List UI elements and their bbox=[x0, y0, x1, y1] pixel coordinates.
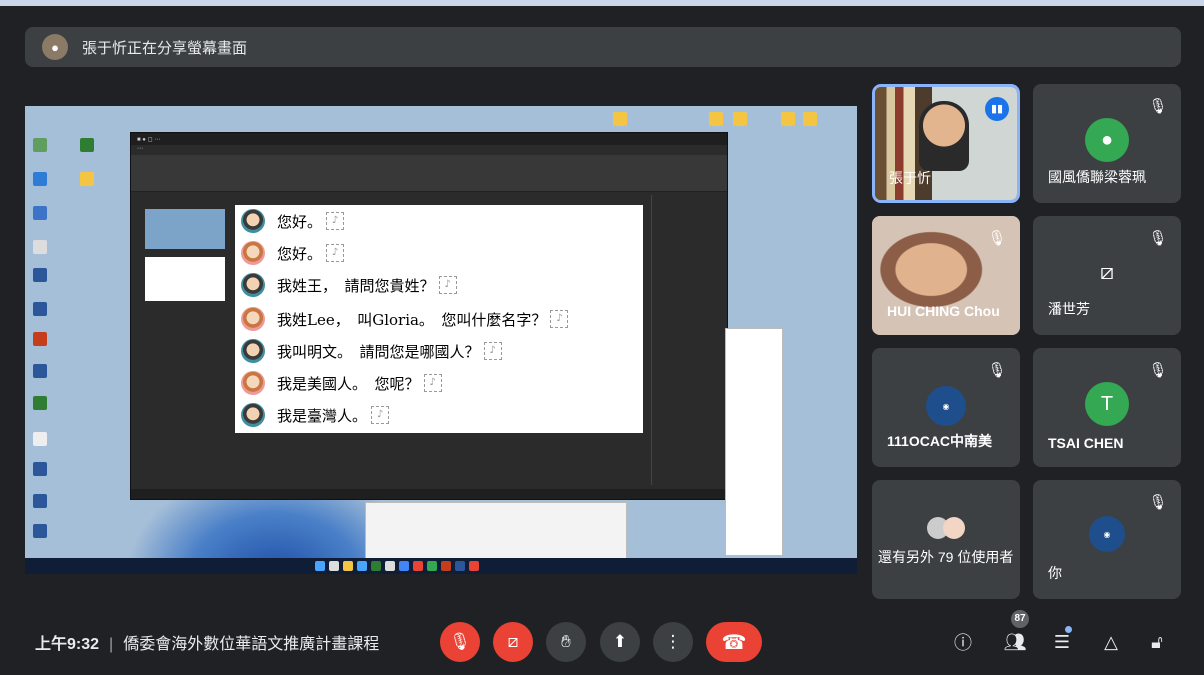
speaker-face-icon bbox=[241, 241, 265, 265]
shared-screen[interactable]: ■ ● ◻ ⋯ ⋯ 您好。 ♪ 您好。 ♪ 我姓王， 請問您貴姓？ ♪ 我姓Lee， … bbox=[25, 106, 857, 574]
audio-icon: ♪ bbox=[326, 212, 345, 230]
mic-toggle-button[interactable]: 🎙︎ bbox=[440, 622, 480, 662]
presenting-text: 張于忻正在分享螢幕畫面 bbox=[82, 39, 248, 57]
self-tile[interactable]: 🎙︎ ◉ 你 bbox=[1033, 480, 1181, 599]
desktop-icons bbox=[25, 106, 817, 556]
speaker-face-icon bbox=[241, 307, 265, 331]
meeting-details-button[interactable]: ⓘ bbox=[951, 630, 975, 654]
activities-icon: △ bbox=[1104, 631, 1118, 652]
activities-button[interactable]: △ bbox=[1099, 630, 1123, 654]
speaking-indicator-icon: ▮▮ bbox=[985, 97, 1009, 121]
presenting-banner: ● 張于忻正在分享螢幕畫面 bbox=[25, 27, 1181, 67]
current-slide: 您好。 ♪ 您好。 ♪ 我姓王， 請問您貴姓？ ♪ 我姓Lee， 叫Gloria。 您… bbox=[235, 205, 643, 433]
speaker-face-icon bbox=[241, 403, 265, 427]
mic-off-icon: 🎙︎ bbox=[1148, 494, 1168, 511]
camera-off-icon: ⧄ bbox=[1100, 259, 1114, 284]
slide-line: 您好。 ♪ bbox=[241, 241, 345, 265]
background-window bbox=[365, 502, 627, 564]
leave-call-button[interactable]: ☎ bbox=[706, 622, 762, 662]
participant-name: HUI CHING Chou bbox=[887, 303, 1000, 319]
meeting-info: 上午9:32 | 僑委會海外數位華語文推廣計畫課程 bbox=[35, 636, 380, 653]
participant-tile[interactable]: 🎙︎ T TSAI CHEN bbox=[1033, 348, 1181, 467]
powerpoint-window[interactable]: ■ ● ◻ ⋯ ⋯ 您好。 ♪ 您好。 ♪ 我姓王， 請問您貴姓？ ♪ 我姓Lee， … bbox=[130, 132, 731, 500]
people-button[interactable]: 👥︎ bbox=[1003, 630, 1027, 654]
participant-tile[interactable]: 🎙︎ ◉ 111OCAC中南美 bbox=[872, 348, 1020, 467]
info-icon: ⓘ bbox=[954, 633, 972, 653]
animation-pane[interactable] bbox=[651, 195, 726, 485]
org-logo: ◉ bbox=[926, 386, 966, 426]
ppt-status-bar bbox=[131, 489, 731, 499]
participant-tile[interactable]: 🎙︎ ● 國風僑聯梁蓉珮 bbox=[1033, 84, 1181, 203]
user-avatar-icon: ● bbox=[1085, 118, 1129, 162]
audio-icon: ♪ bbox=[371, 406, 390, 424]
participant-name: 你 bbox=[1048, 565, 1062, 581]
more-participants-label: 還有另外 79 位使用者 bbox=[878, 549, 1014, 565]
participant-name: 111OCAC中南美 bbox=[887, 433, 993, 449]
participant-tile[interactable]: 🎙︎ HUI CHING Chou bbox=[872, 216, 1020, 335]
participant-tile-speaking[interactable]: ▮▮ 張于忻 bbox=[872, 84, 1020, 203]
slide-thumbnail[interactable] bbox=[145, 257, 225, 301]
participant-name: 潘世芳 bbox=[1048, 301, 1090, 317]
mic-off-icon: 🎙︎ bbox=[449, 632, 471, 651]
audio-icon: ♪ bbox=[483, 342, 502, 360]
slide-line: 您好。 ♪ bbox=[241, 209, 345, 233]
speaker-face-icon bbox=[241, 209, 265, 233]
ribbon bbox=[131, 155, 727, 192]
slide-line: 我是美國人。 您呢？ ♪ bbox=[241, 371, 442, 395]
more-vert-icon: ⋮ bbox=[664, 632, 682, 651]
mic-off-icon: 🎙︎ bbox=[1148, 98, 1168, 115]
participant-name: TSAI CHEN bbox=[1048, 435, 1124, 451]
mic-off-icon: 🎙︎ bbox=[1148, 230, 1168, 247]
hang-up-icon: ☎ bbox=[721, 631, 747, 654]
chat-notification-dot bbox=[1065, 626, 1072, 633]
audio-icon: ♪ bbox=[326, 244, 345, 262]
slide-thumbnails[interactable] bbox=[131, 195, 231, 485]
chat-button[interactable]: ☰ bbox=[1050, 630, 1074, 654]
slide-line: 我是臺灣人。 ♪ bbox=[241, 403, 390, 427]
present-button[interactable]: ⬆ bbox=[600, 622, 640, 662]
people-icon: 👥︎ bbox=[1003, 631, 1027, 652]
slide-thumbnail[interactable] bbox=[145, 209, 225, 249]
more-participants-tile[interactable]: 還有另外 79 位使用者 bbox=[872, 480, 1020, 599]
slide-line: 我姓王， 請問您貴姓？ ♪ bbox=[241, 273, 457, 297]
meeting-title: 僑委會海外數位華語文推廣計畫課程 bbox=[123, 636, 380, 653]
slide-line: 我姓Lee， 叫Gloria。 您叫什麼名字？ ♪ bbox=[241, 307, 569, 331]
participant-count-badge: 87 bbox=[1011, 610, 1029, 628]
speaker-face-icon bbox=[241, 273, 265, 297]
audio-icon: ♪ bbox=[438, 276, 457, 294]
chat-icon: ☰ bbox=[1053, 631, 1071, 652]
participant-name: 張于忻 bbox=[889, 170, 931, 186]
background-window bbox=[725, 328, 783, 556]
top-accent-line bbox=[0, 0, 1204, 6]
slide-line: 我叫明文。 請問您是哪國人？ ♪ bbox=[241, 339, 502, 363]
present-screen-icon: ⬆ bbox=[612, 632, 628, 651]
audio-icon: ♪ bbox=[423, 374, 442, 392]
host-controls-button[interactable]: 🔓︎ bbox=[1145, 630, 1169, 654]
presenter-avatar: ● bbox=[42, 34, 68, 60]
windows-taskbar bbox=[25, 558, 857, 574]
participant-tile[interactable]: 🎙︎ ⧄ 潘世芳 bbox=[1033, 216, 1181, 335]
participant-video bbox=[919, 101, 969, 171]
lock-person-icon: 🔓︎ bbox=[1151, 631, 1163, 652]
more-options-button[interactable]: ⋮ bbox=[653, 622, 693, 662]
participant-name: 國風僑聯梁蓉珮 bbox=[1048, 169, 1146, 185]
mic-off-icon: 🎙︎ bbox=[987, 230, 1007, 247]
raise-hand-button[interactable]: ✋︎ bbox=[546, 622, 586, 662]
hand-icon: ✋︎ bbox=[561, 632, 571, 651]
avatar-letter: T bbox=[1085, 382, 1129, 426]
speaker-face-icon bbox=[241, 371, 265, 395]
camera-off-icon: ⧄ bbox=[507, 632, 519, 651]
clock: 上午9:32 bbox=[35, 636, 100, 653]
grouped-avatars-icon bbox=[916, 506, 976, 550]
camera-toggle-button[interactable]: ⧄ bbox=[493, 622, 533, 662]
mic-off-icon: 🎙︎ bbox=[1148, 362, 1168, 379]
mic-off-icon: 🎙︎ bbox=[987, 362, 1007, 379]
org-logo: ◉ bbox=[1089, 516, 1125, 552]
audio-icon: ♪ bbox=[550, 310, 569, 328]
speaker-face-icon bbox=[241, 339, 265, 363]
